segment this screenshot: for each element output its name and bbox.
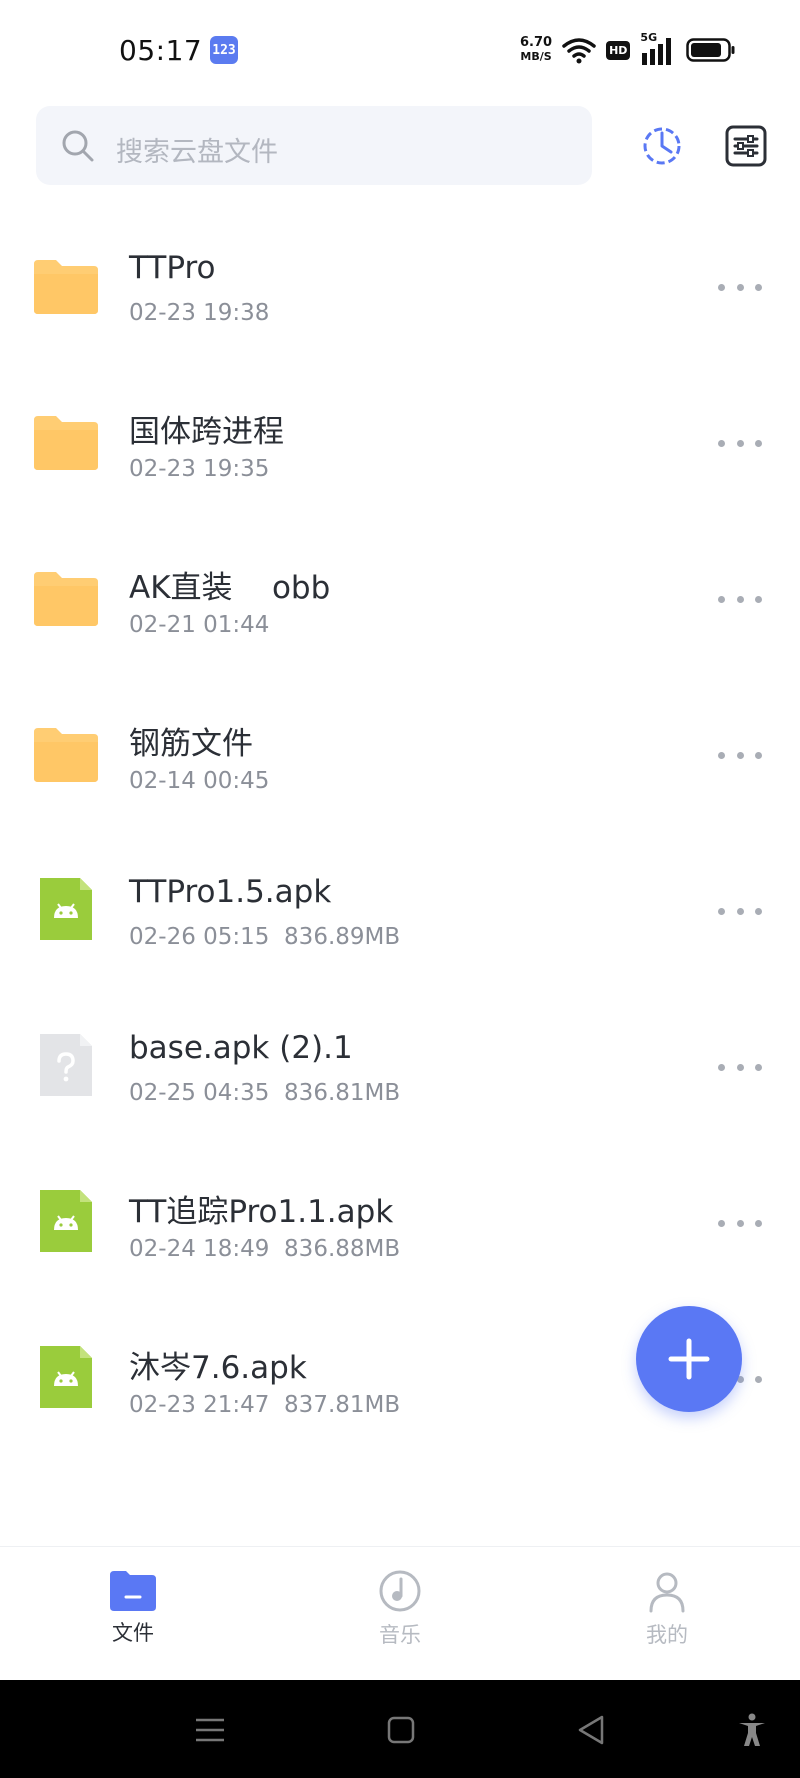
file-meta: 02-23 19:38 [129,300,270,326]
folder-icon [34,416,98,470]
file-name: base.apk (2).1 [129,1030,353,1066]
android-apk-icon [40,1190,92,1252]
search-icon [62,130,94,162]
file-meta: 02-23 19:35 [129,456,270,482]
hd-voice-badge: HD [606,40,631,60]
file-list-item[interactable]: AK直装 obb 02-21 01:44 [0,524,800,680]
music-tab-icon [379,1570,421,1612]
battery-icon [686,38,735,62]
more-options-button[interactable] [718,1208,762,1238]
nav-tab-files[interactable]: 文件 [73,1569,193,1669]
file-list: TTPro 02-23 19:38 国体跨进程 02-23 19:35 AK直装… [0,212,800,1460]
bottom-navigation: 文件 音乐 我的 [0,1546,800,1680]
nav-label-mine: 我的 [646,1623,688,1647]
file-name: TTPro [129,250,216,286]
file-list-item[interactable]: TTPro1.5.apk 02-26 05:15 836.89MB [0,836,800,992]
file-list-item[interactable]: TT追踪Pro1.1.apk 02-24 18:49 836.88MB [0,1148,800,1304]
network-speed-value: 6.70 [520,35,553,50]
more-options-button[interactable] [718,896,762,926]
file-name: 钢筋文件 [129,726,253,762]
accessibility-icon[interactable] [734,1712,770,1748]
system-navigation-bar [0,1680,800,1778]
file-list-item[interactable]: 钢筋文件 02-14 00:45 [0,680,800,836]
add-button[interactable] [636,1306,742,1412]
file-name: AK直装 obb [129,570,331,606]
folder-icon [34,260,98,314]
file-name: TTPro1.5.apk [129,874,332,910]
menu-icon[interactable] [192,1712,228,1748]
more-options-button[interactable] [718,272,762,302]
more-options-button[interactable] [718,740,762,770]
signal-bars-icon [642,38,672,65]
more-options-button[interactable] [718,428,762,458]
search-placeholder: 搜索云盘文件 [116,137,278,168]
file-meta: 02-24 18:49 836.88MB [129,1236,401,1262]
file-meta: 02-21 01:44 [129,612,270,638]
home-icon[interactable] [383,1712,419,1748]
transfer-icon[interactable] [640,124,684,168]
file-list-item[interactable]: TTPro 02-23 19:38 [0,212,800,368]
status-indicators: 6.70 MB/S HD 5G [520,31,736,66]
more-options-button[interactable] [718,584,762,614]
nav-label-music: 音乐 [379,1623,421,1647]
nav-label-files: 文件 [112,1621,154,1645]
nav-tab-mine[interactable]: 我的 [607,1569,727,1669]
search-bar[interactable]: 搜索云盘文件 [36,106,592,185]
folder-icon [34,728,98,782]
file-meta: 02-26 05:15 836.89MB [129,924,401,950]
file-meta: 02-23 21:47 837.81MB [129,1392,401,1418]
user-tab-icon [649,1572,685,1613]
status-bar: 05:17 123 6.70 MB/S HD 5G [0,0,800,100]
network-speed: 6.70 MB/S [520,36,552,64]
app-notification-badge: 123 [210,36,238,64]
cellular-signal: 5G [640,31,676,65]
status-time: 05:17 [119,34,203,67]
file-meta: 02-14 00:45 [129,768,270,794]
file-list-item[interactable]: base.apk (2).1 02-25 04:35 836.81MB [0,992,800,1148]
folder-tab-icon [110,1571,156,1611]
back-icon[interactable] [574,1712,610,1748]
file-meta: 02-25 04:35 836.81MB [129,1080,401,1106]
more-options-button[interactable] [718,1052,762,1082]
wifi-icon [562,38,596,64]
file-list-item[interactable]: 国体跨进程 02-23 19:35 [0,368,800,524]
file-name: TT追踪Pro1.1.apk [129,1194,394,1230]
file-name: 国体跨进程 [129,414,284,450]
network-speed-unit: MB/S [520,50,552,63]
sort-filter-icon[interactable] [724,124,768,168]
folder-icon [34,572,98,626]
unknown-file-icon [40,1034,92,1096]
android-apk-icon [40,1346,92,1408]
nav-tab-music[interactable]: 音乐 [340,1569,460,1669]
android-apk-icon [40,878,92,940]
file-name: 沐岑7.6.apk [129,1350,307,1386]
plus-icon [668,1338,710,1380]
